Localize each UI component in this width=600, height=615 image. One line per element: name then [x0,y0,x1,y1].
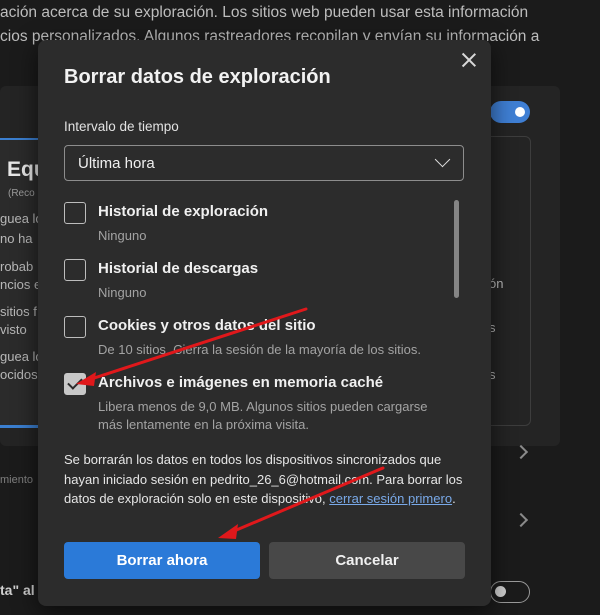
item-description: Libera menos de 9,0 MB. Algunos sitios p… [98,399,428,430]
item-title: Archivos e imágenes en memoria caché [98,374,384,391]
background-side-text: guea lo [0,349,43,364]
time-range-select[interactable]: Última hora [64,145,464,181]
cookies-checkbox[interactable] [64,316,86,338]
background-side-text: sitios f [0,304,37,319]
clear-browsing-data-dialog: Borrar datos de exploración Intervalo de… [38,40,491,606]
close-icon[interactable] [459,50,479,70]
item-title: Cookies y otros datos del sitio [98,317,316,334]
item-description: Ninguno [98,285,147,300]
background-side-text: ncios e [0,277,42,292]
background-text-line-1: ación acerca de su exploración. Los siti… [0,4,529,21]
sign-out-first-link[interactable]: cerrar sesión primero [329,491,452,506]
background-bottom-text: ta" al [0,582,35,598]
cancel-button[interactable]: Cancelar [269,542,465,579]
download-history-checkbox[interactable] [64,259,86,281]
background-side-text: ocidos [0,367,38,382]
item-description: Ninguno [98,228,147,243]
dialog-title: Borrar datos de exploración [64,66,331,88]
tracking-prevention-toggle[interactable] [490,101,530,123]
time-range-value: Última hora [78,155,155,172]
background-right-text: ón [489,276,504,291]
background-side-text: visto [0,322,27,337]
cached-files-checkbox[interactable] [64,373,86,395]
time-range-label: Intervalo de tiempo [64,119,179,134]
sync-notice: Se borrarán los datos en todos los dispo… [64,450,464,509]
background-side-text: guea lo [0,211,43,226]
setting-toggle-off[interactable] [490,581,530,603]
clear-now-button[interactable]: Borrar ahora [64,542,260,579]
chevron-right-icon[interactable] [513,512,529,528]
chevron-right-icon[interactable] [513,444,529,460]
list-scrollbar[interactable] [454,200,459,298]
sync-notice-end: . [452,491,456,506]
item-title: Historial de exploración [98,203,269,220]
background-side-text: robab [0,259,34,274]
chevron-down-icon [434,151,451,168]
browsing-history-checkbox[interactable] [64,202,86,224]
data-types-list: Historial de exploración Ninguno Histori… [64,198,464,430]
background-side-text: no ha [0,231,33,246]
background-faint-text: miento [0,474,34,486]
item-title: Historial de descargas [98,260,259,277]
background-card-note: (Reco [8,188,35,199]
item-description: De 10 sitios. Cierra la sesión de la may… [98,342,421,357]
